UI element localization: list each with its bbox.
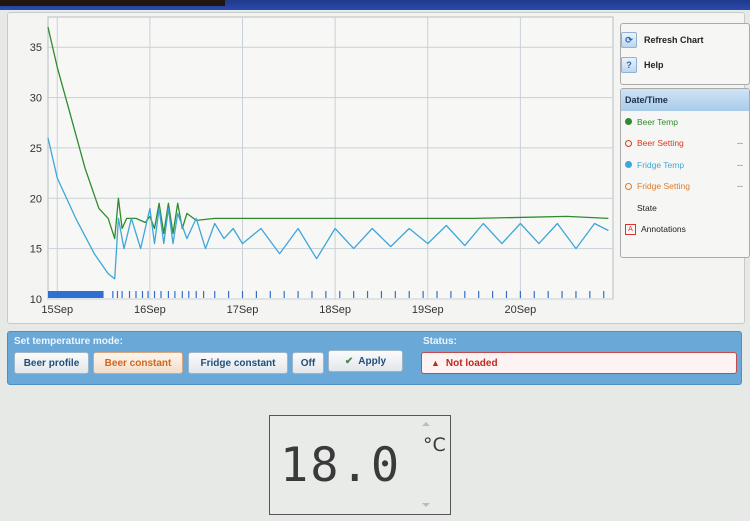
legend-value: -- xyxy=(737,159,743,170)
legend-label: Fridge Setting xyxy=(637,181,690,192)
y-tick-label: 10 xyxy=(30,294,42,306)
fridge-constant-button[interactable]: Fridge constant xyxy=(188,352,288,374)
arrow-up-icon[interactable] xyxy=(422,422,430,426)
legend-value: -- xyxy=(737,138,743,149)
chart-legend: Date/Time Beer Temp Beer Setting -- Frid… xyxy=(620,88,750,258)
x-tick-label: 18Sep xyxy=(319,304,351,316)
y-tick-label: 30 xyxy=(30,93,42,105)
apply-button[interactable]: ✔ Apply xyxy=(328,350,403,372)
refresh-icon: ⟳ xyxy=(621,32,637,48)
apply-label: Apply xyxy=(358,355,387,367)
off-button[interactable]: Off xyxy=(292,352,324,374)
arrow-down-icon[interactable] xyxy=(422,503,430,507)
refresh-chart-label: Refresh Chart xyxy=(644,35,704,45)
y-tick-label: 15 xyxy=(30,244,42,256)
plot-area xyxy=(47,16,614,300)
temperature-control-panel: Set temperature mode: Status: Beer profi… xyxy=(7,331,742,385)
y-tick-label: 20 xyxy=(30,193,42,205)
legend-item-fridge-temp[interactable]: Fridge Temp -- xyxy=(621,154,749,176)
state-band-solid xyxy=(48,291,104,298)
mode-section-label: Set temperature mode: xyxy=(14,336,123,347)
legend-item-beer-temp[interactable]: Beer Temp xyxy=(621,111,749,133)
status-text: Not loaded xyxy=(445,357,498,369)
x-tick-label: 16Sep xyxy=(134,304,166,316)
legend-value: -- xyxy=(737,181,743,192)
legend-item-fridge-setting[interactable]: Fridge Setting -- xyxy=(621,176,749,198)
check-icon: ✔ xyxy=(344,355,354,367)
beer-temp-dot-icon xyxy=(625,118,632,126)
fridge-setting-ring-icon xyxy=(625,182,632,190)
legend-label: Fridge Temp xyxy=(637,159,685,170)
legend-item-annotations[interactable]: A Annotations xyxy=(621,219,749,241)
legend-label: Annotations xyxy=(641,224,686,235)
legend-header: Date/Time xyxy=(621,89,749,111)
help-button[interactable]: ? Help xyxy=(621,54,741,76)
y-tick-label: 25 xyxy=(30,143,42,155)
beer-setting-ring-icon xyxy=(625,139,632,147)
x-tick-label: 19Sep xyxy=(412,304,444,316)
x-tick-label: 20Sep xyxy=(504,304,536,316)
chart-panel: 10 15 20 25 30 35 15Sep 16Sep 17Sep 18Sep 19Sep 20S… xyxy=(7,12,750,324)
x-tick-label: 15Sep xyxy=(41,304,73,316)
fridge-temp-dot-icon xyxy=(625,161,632,169)
warning-icon: ▲ xyxy=(431,358,440,368)
annotation-a-icon: A xyxy=(625,223,636,235)
beer-constant-button[interactable]: Beer constant xyxy=(93,352,183,374)
legend-label: Beer Setting xyxy=(637,138,684,149)
legend-label: State xyxy=(637,202,657,213)
status-box: ▲ Not loaded xyxy=(421,352,737,374)
temperature-lcd-display: 18.0 °C xyxy=(269,415,451,515)
refresh-chart-button[interactable]: ⟳ Refresh Chart xyxy=(621,29,741,51)
header-dark-strip xyxy=(0,0,225,6)
x-tick-label: 17Sep xyxy=(227,304,259,316)
status-section-label: Status: xyxy=(423,336,457,347)
lcd-temperature-value: 18.0 xyxy=(280,438,402,493)
legend-label: Beer Temp xyxy=(637,116,678,127)
legend-item-state[interactable]: State xyxy=(621,197,749,219)
beer-profile-button[interactable]: Beer profile xyxy=(14,352,89,374)
help-label: Help xyxy=(644,60,664,70)
legend-item-beer-setting[interactable]: Beer Setting -- xyxy=(621,133,749,155)
lcd-temperature-unit: °C xyxy=(423,434,446,456)
question-icon: ? xyxy=(621,57,637,73)
y-tick-label: 35 xyxy=(30,42,42,54)
